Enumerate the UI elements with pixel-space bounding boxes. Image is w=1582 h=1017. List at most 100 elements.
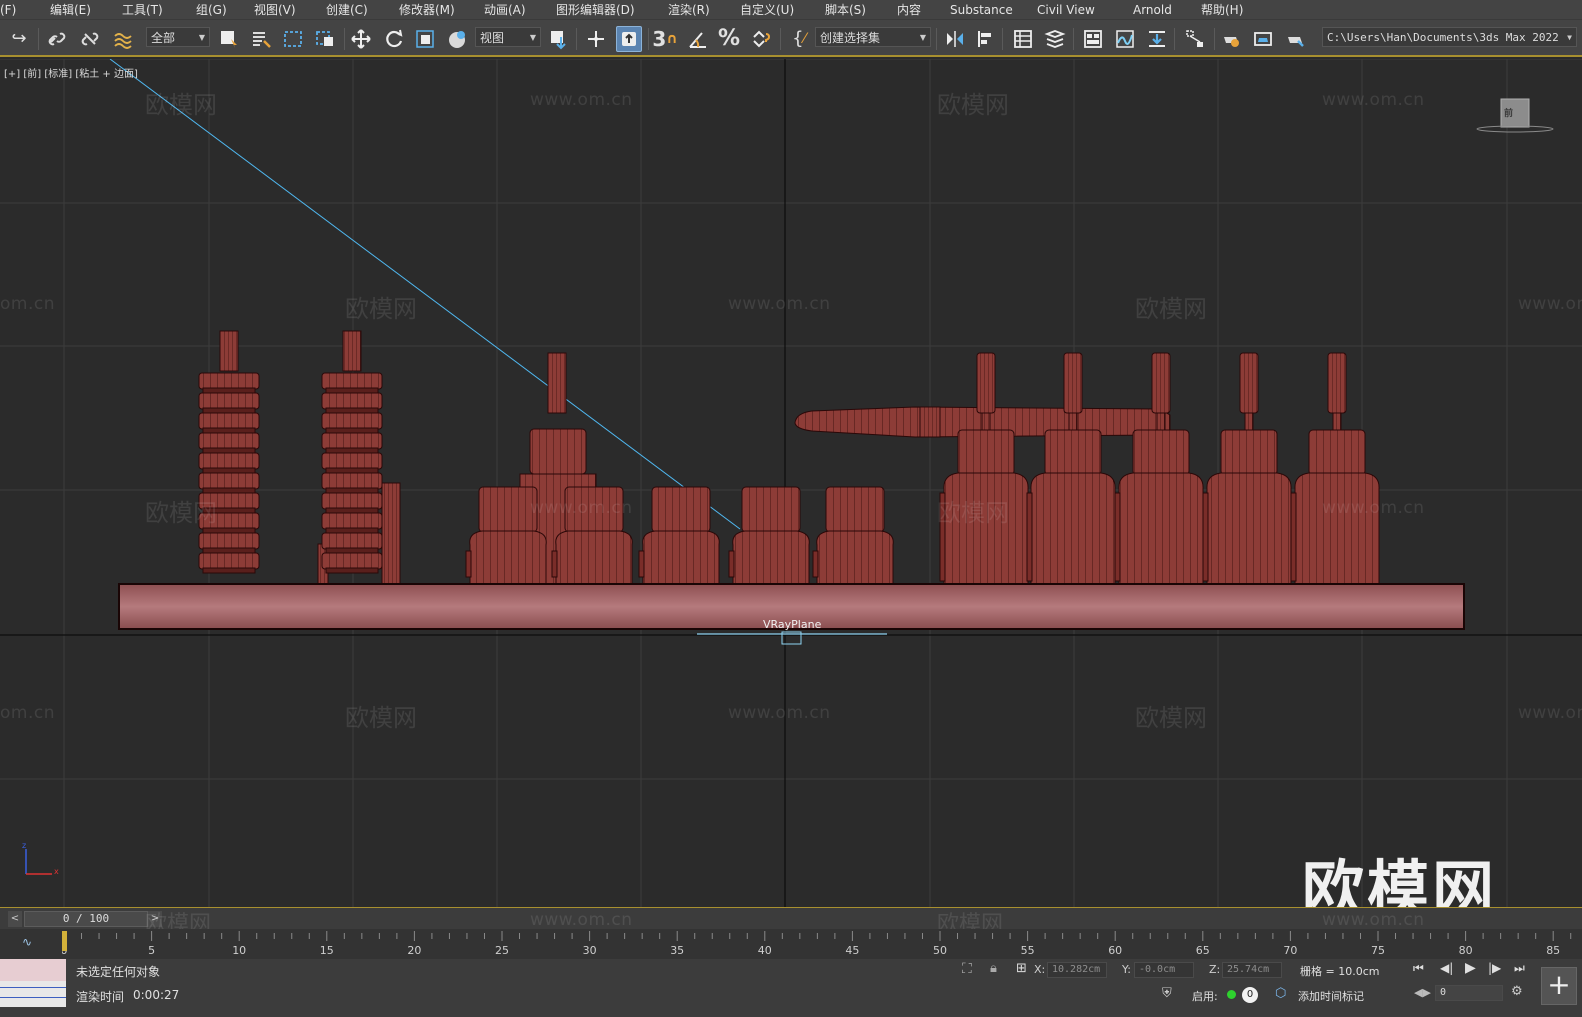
x-coord-field[interactable]: 10.282cm [1047, 962, 1107, 978]
time-slider-prev-button[interactable]: < [8, 911, 22, 927]
tall-dropper-bottle-model [1290, 352, 1380, 586]
time-slider[interactable]: < 0 / 100 > 欧模网 www.om.cn 欧模网 www.om.cn [0, 907, 1582, 937]
reference-coordinate-dropdown[interactable]: 视图 ▼ [475, 27, 541, 47]
frame-label: 45 [845, 944, 859, 957]
select-object-icon[interactable] [216, 26, 242, 52]
align-icon[interactable] [972, 26, 998, 52]
short-bottle-model [728, 486, 810, 586]
keyboard-shortcut-override-icon[interactable] [616, 26, 642, 52]
render-setup-icon[interactable] [1218, 26, 1244, 52]
front-viewport[interactable]: [+] [前] [标准] [粘土 + 边面] 前 VRayPlane z x 欧… [0, 59, 1582, 907]
angle-snap-icon[interactable] [685, 26, 711, 52]
menu-item[interactable]: 编辑(E) [50, 1, 106, 18]
track-bar[interactable]: ∿ 0510152025303540455055606570758085 [0, 929, 1582, 959]
previous-frame-icon[interactable]: ◀| [1440, 961, 1453, 975]
next-frame-icon[interactable]: |▶ [1488, 961, 1501, 975]
select-by-name-icon[interactable] [248, 26, 274, 52]
watermark: 欧模网 [345, 704, 417, 732]
add-time-tag-text[interactable]: 添加时间标记 [1298, 988, 1364, 1004]
select-and-rotate-icon[interactable] [381, 26, 407, 52]
toolbar-separator [38, 28, 39, 50]
menu-item[interactable]: (F) [0, 3, 31, 17]
time-slider-handle[interactable]: 0 / 100 [24, 911, 148, 927]
frame-label: 10 [232, 944, 246, 957]
menu-item[interactable]: 组(G) [196, 1, 242, 18]
time-tag-icon[interactable]: ⬡ [1275, 986, 1286, 1001]
menu-item[interactable]: 动画(A) [484, 1, 541, 18]
menu-item[interactable]: Arnold [1133, 3, 1187, 17]
absolute-mode-icon[interactable]: ⊞ [1016, 961, 1027, 976]
mirror-icon[interactable] [942, 26, 968, 52]
go-to-end-icon[interactable]: ⏭ [1514, 961, 1525, 976]
main-toolbar: ↪ 全部 ▼ 视图 ▼ 3 ∩ % {⁄ 创建选择集 ▼ C:\Users\H… [0, 20, 1582, 57]
selection-filter-dropdown[interactable]: 全部 ▼ [146, 27, 210, 47]
menu-item[interactable]: 工具(T) [122, 1, 178, 18]
menu-item[interactable]: 创建(C) [326, 1, 383, 18]
layer-explorer-icon[interactable] [1042, 26, 1068, 52]
snaps-toggle-icon[interactable]: 3 ∩ [652, 26, 678, 52]
use-pivot-center-icon[interactable] [546, 26, 572, 52]
stacked-bottle-model [317, 330, 401, 586]
time-config-icon[interactable]: ⚙ [1511, 984, 1523, 999]
watermark: om.cn [0, 703, 55, 723]
dope-sheet-icon[interactable] [1144, 26, 1170, 52]
named-selection-dropdown[interactable]: 创建选择集 ▼ [815, 27, 931, 47]
menu-item[interactable]: 修改器(M) [399, 1, 470, 18]
select-and-place-icon[interactable] [444, 26, 470, 52]
isolate-selection-icon[interactable]: ⛶ [962, 961, 972, 977]
frame-label: 75 [1371, 944, 1385, 957]
maxscript-input[interactable] [0, 959, 66, 981]
chevron-down-icon: ▼ [919, 33, 926, 42]
toolbar-separator [1073, 28, 1074, 50]
menu-item[interactable]: 视图(V) [254, 1, 311, 18]
menu-item[interactable]: Civil View [1037, 3, 1110, 17]
menu-item[interactable]: Substance [950, 3, 1028, 17]
adaptive-degradation-icon[interactable]: ⛨ [1162, 986, 1172, 1001]
scene-explorer-icon[interactable] [1010, 26, 1036, 52]
enable-count-badge[interactable]: 0 [1242, 987, 1258, 1003]
rectangular-selection-region-icon[interactable] [280, 26, 306, 52]
frame-label: 30 [583, 944, 597, 957]
menu-item[interactable]: 脚本(S) [825, 1, 881, 18]
bind-to-space-warp-icon[interactable] [110, 26, 136, 52]
edit-named-selection-icon[interactable]: {⁄ [786, 26, 812, 52]
project-path-dropdown[interactable]: C:\Users\Han\Documents\3ds Max 2022 ▼ [1322, 27, 1577, 47]
set-key-button[interactable]: + [1541, 967, 1577, 1005]
unlink-selection-icon[interactable] [77, 26, 103, 52]
schematic-view-icon[interactable] [1182, 26, 1208, 52]
spinner-snap-icon[interactable] [748, 26, 774, 52]
viewcube-face-label[interactable]: 前 [1504, 106, 1513, 119]
select-and-move-icon[interactable] [348, 26, 374, 52]
select-and-link-icon[interactable] [44, 26, 70, 52]
viewport-label[interactable]: [+] [前] [标准] [粘土 + 边面] [4, 65, 138, 80]
select-manipulate-icon[interactable] [583, 26, 609, 52]
redo-icon[interactable]: ↪ [6, 26, 32, 52]
rendered-frame-window-icon[interactable] [1250, 26, 1276, 52]
key-mode-icon[interactable]: ◀▶ [1414, 986, 1431, 999]
z-coord-field[interactable]: 25.74cm [1222, 962, 1282, 978]
select-and-scale-icon[interactable] [412, 26, 438, 52]
selection-status-text: 未选定任何对象 [76, 965, 161, 979]
go-to-start-icon[interactable]: ⏮ [1413, 961, 1424, 976]
curve-editor-icon[interactable] [1112, 26, 1138, 52]
menu-item[interactable]: 图形编辑器(D) [556, 1, 650, 18]
toggle-ribbon-icon[interactable] [1080, 26, 1106, 52]
watermark: om.cn [0, 294, 55, 314]
toolbar-separator [936, 28, 937, 50]
frame-label: 50 [933, 944, 947, 957]
menu-item[interactable]: 渲染(R) [668, 1, 725, 18]
toolbar-separator [1002, 28, 1003, 50]
maxscript-listener[interactable] [0, 959, 66, 1007]
y-coord-field[interactable]: -0.0cm [1134, 962, 1194, 978]
menu-item[interactable]: 自定义(U) [740, 1, 809, 18]
play-icon[interactable]: ▶ [1465, 960, 1476, 976]
window-crossing-icon[interactable] [312, 26, 338, 52]
render-production-icon[interactable] [1282, 26, 1308, 52]
current-frame-field[interactable]: 0 [1435, 985, 1503, 1001]
menu-item[interactable]: 帮助(H) [1201, 1, 1258, 18]
open-mini-curve-editor-icon[interactable]: ∿ [14, 935, 40, 951]
watermark-logo: 欧模网 [1302, 853, 1498, 907]
selection-lock-icon[interactable]: 🔒︎ [990, 961, 997, 976]
percent-snap-icon[interactable]: % [716, 26, 742, 52]
menu-item[interactable]: 内容 [897, 1, 936, 18]
